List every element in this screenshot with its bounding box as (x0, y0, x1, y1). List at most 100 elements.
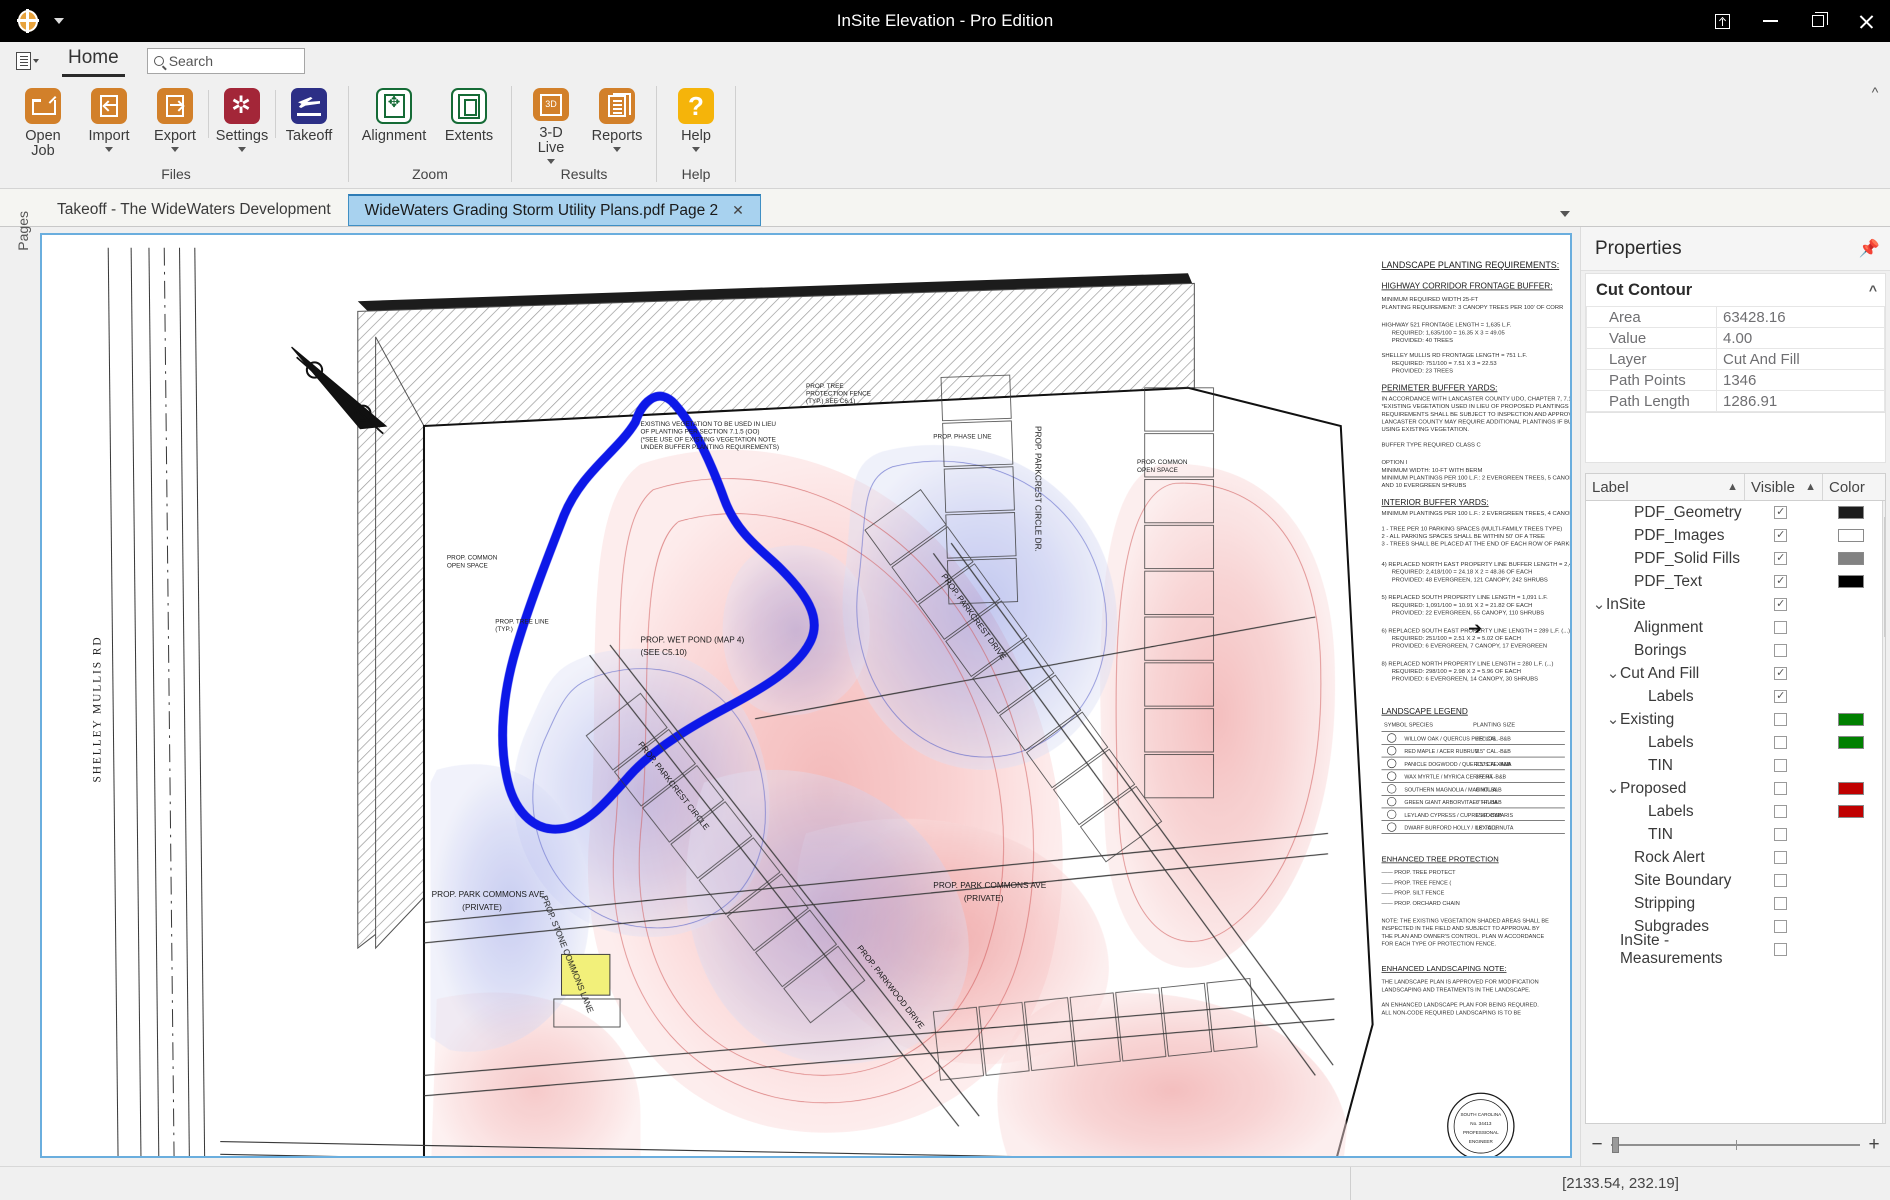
layer-row[interactable]: Rock Alert (1586, 846, 1882, 869)
zoom-in-button[interactable]: + (1868, 1134, 1880, 1156)
visibility-checkbox[interactable] (1774, 920, 1787, 933)
layer-row[interactable]: ⌄Existing (1586, 708, 1882, 731)
zoom-slider-track[interactable] (1611, 1144, 1860, 1146)
reports-button[interactable]: Reports (584, 84, 650, 164)
layer-row[interactable]: Labels (1586, 800, 1882, 823)
takeoff-button[interactable]: Takeoff (276, 84, 342, 164)
sort-asc-icon[interactable]: ▲ (1805, 481, 1816, 493)
table-row[interactable]: Value 4.00 (1587, 328, 1885, 349)
layer-row[interactable]: Site Boundary (1586, 869, 1882, 892)
color-swatch[interactable] (1838, 713, 1864, 726)
settings-button[interactable]: ✲ Settings (209, 84, 275, 164)
visibility-checkbox[interactable] (1774, 759, 1787, 772)
pages-side-tab[interactable]: Pages (10, 189, 36, 273)
visibility-checkbox[interactable]: ✓ (1774, 529, 1787, 542)
restore-up-button[interactable] (1698, 0, 1746, 42)
color-swatch[interactable] (1838, 805, 1864, 818)
alignment-button[interactable]: Alignment (355, 84, 433, 164)
layer-tree-scrollbar[interactable]: ▲ ▼ (1882, 501, 1885, 1123)
search-input[interactable]: Search (147, 48, 305, 74)
minimize-button[interactable] (1746, 0, 1794, 42)
tab-home[interactable]: Home (62, 45, 125, 77)
layer-row[interactable]: TIN (1586, 754, 1882, 777)
chevron-down-icon[interactable] (692, 147, 700, 152)
chevron-down-icon[interactable]: ⌄ (1606, 785, 1620, 793)
layer-row[interactable]: TIN (1586, 823, 1882, 846)
visibility-checkbox[interactable] (1774, 644, 1787, 657)
column-header-label[interactable]: Label ▲ (1586, 474, 1745, 500)
app-logo-icon[interactable] (14, 6, 44, 36)
visibility-checkbox[interactable] (1774, 943, 1787, 956)
zoom-out-button[interactable]: − (1591, 1134, 1603, 1156)
visibility-checkbox[interactable] (1774, 851, 1787, 864)
document-tab-pdf-page2[interactable]: WideWaters Grading Storm Utility Plans.p… (348, 194, 761, 226)
color-swatch[interactable] (1838, 782, 1864, 795)
column-header-visible[interactable]: Visible ▲ (1745, 474, 1823, 500)
color-swatch[interactable] (1838, 529, 1864, 542)
table-row[interactable]: Layer Cut And Fill (1587, 349, 1885, 370)
layer-row[interactable]: Alignment (1586, 616, 1882, 639)
column-header-color[interactable]: Color (1823, 474, 1885, 500)
visibility-checkbox[interactable]: ✓ (1774, 690, 1787, 703)
color-swatch[interactable] (1838, 506, 1864, 519)
visibility-checkbox[interactable] (1774, 805, 1787, 818)
visibility-checkbox[interactable]: ✓ (1774, 598, 1787, 611)
layer-row[interactable]: ⌄Cut And Fill✓ (1586, 662, 1882, 685)
layer-row[interactable]: InSite - Measurements (1586, 938, 1882, 961)
chevron-down-icon[interactable] (238, 147, 246, 152)
ribbon-collapse-button[interactable]: ^ (1860, 80, 1890, 188)
chevron-down-icon[interactable] (613, 147, 621, 152)
chevron-down-icon[interactable] (105, 147, 113, 152)
layer-row[interactable]: Stripping (1586, 892, 1882, 915)
export-button[interactable]: Export (142, 84, 208, 164)
chevron-down-icon[interactable]: ⌄ (1606, 716, 1620, 724)
color-swatch[interactable] (1838, 736, 1864, 749)
3d-live-button[interactable]: 3-D Live (518, 84, 584, 164)
layer-row[interactable]: Borings (1586, 639, 1882, 662)
zoom-slider[interactable]: − + (1581, 1124, 1890, 1166)
layer-row[interactable]: Labels✓ (1586, 685, 1882, 708)
layer-row[interactable]: PDF_Images✓ (1586, 524, 1882, 547)
table-row[interactable]: Area 63428.16 (1587, 307, 1885, 328)
zoom-slider-thumb[interactable] (1612, 1137, 1619, 1153)
layer-row[interactable]: PDF_Text✓ (1586, 570, 1882, 593)
chevron-down-icon[interactable]: ⌄ (1592, 601, 1606, 609)
chevron-down-icon[interactable] (1560, 211, 1570, 217)
visibility-checkbox[interactable] (1774, 736, 1787, 749)
table-row[interactable]: Path Length 1286.91 (1587, 391, 1885, 412)
visibility-checkbox[interactable]: ✓ (1774, 552, 1787, 565)
close-button[interactable] (1842, 0, 1890, 42)
visibility-checkbox[interactable]: ✓ (1774, 506, 1787, 519)
open-job-button[interactable]: Open Job (10, 84, 76, 164)
scrollbar-thumb[interactable] (1884, 517, 1885, 637)
table-row[interactable]: Path Points 1346 (1587, 370, 1885, 391)
extents-button[interactable]: Extents (433, 84, 505, 164)
chevron-up-icon[interactable]: ^ (1869, 282, 1877, 298)
help-button[interactable]: ? Help (663, 84, 729, 164)
quick-access-chevron-down-icon[interactable] (54, 18, 64, 24)
pin-icon[interactable]: 📌 (1859, 239, 1880, 259)
visibility-checkbox[interactable] (1774, 621, 1787, 634)
layer-row[interactable]: PDF_Geometry✓ (1586, 501, 1882, 524)
visibility-checkbox[interactable] (1774, 828, 1787, 841)
visibility-checkbox[interactable] (1774, 782, 1787, 795)
properties-section-header[interactable]: Cut Contour ^ (1586, 274, 1885, 306)
sort-asc-icon[interactable]: ▲ (1727, 481, 1738, 493)
chevron-down-icon[interactable] (171, 147, 179, 152)
maximize-button[interactable] (1794, 0, 1842, 42)
plan-canvas[interactable]: SHELLEY MULLIS RD (40, 233, 1572, 1158)
layer-row[interactable]: ⌄InSite✓ (1586, 593, 1882, 616)
visibility-checkbox[interactable] (1774, 874, 1787, 887)
visibility-checkbox[interactable] (1774, 713, 1787, 726)
visibility-checkbox[interactable] (1774, 897, 1787, 910)
visibility-checkbox[interactable]: ✓ (1774, 575, 1787, 588)
visibility-checkbox[interactable]: ✓ (1774, 667, 1787, 680)
quick-access-toolbar-button[interactable] (10, 47, 44, 75)
layer-row[interactable]: ⌄Proposed (1586, 777, 1882, 800)
layer-row[interactable]: PDF_Solid Fills✓ (1586, 547, 1882, 570)
document-tab-takeoff[interactable]: Takeoff - The WideWaters Development (40, 194, 348, 226)
chevron-down-icon[interactable]: ⌄ (1606, 670, 1620, 678)
color-swatch[interactable] (1838, 552, 1864, 565)
import-button[interactable]: Import (76, 84, 142, 164)
layer-row[interactable]: Labels (1586, 731, 1882, 754)
